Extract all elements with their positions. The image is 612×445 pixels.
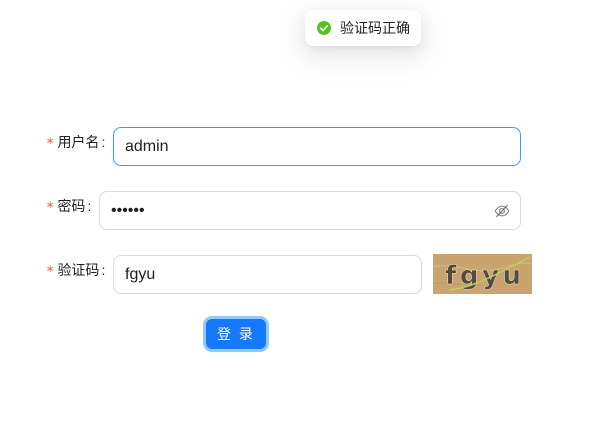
login-button[interactable]: 登 录 bbox=[206, 319, 266, 349]
label-colon: : bbox=[101, 134, 106, 150]
captcha-input[interactable] bbox=[114, 256, 421, 293]
captcha-field[interactable] bbox=[113, 255, 422, 294]
label-colon: : bbox=[87, 198, 92, 214]
captcha-image[interactable]: fgyu bbox=[433, 254, 532, 294]
password-label-text: 密码 bbox=[57, 198, 86, 214]
username-field[interactable] bbox=[113, 127, 521, 166]
required-mark: * bbox=[46, 200, 55, 216]
success-toast: 验证码正确 bbox=[305, 10, 421, 46]
password-input[interactable] bbox=[100, 192, 520, 229]
required-mark: * bbox=[46, 264, 55, 280]
required-mark: * bbox=[46, 136, 55, 152]
username-label-text: 用户名 bbox=[57, 134, 100, 150]
captcha-label-text: 验证码 bbox=[57, 262, 100, 278]
username-label: * 用户名 : bbox=[46, 132, 105, 152]
eye-invisible-icon[interactable] bbox=[494, 203, 510, 219]
toast-message: 验证码正确 bbox=[340, 20, 410, 36]
password-field[interactable] bbox=[99, 191, 521, 230]
check-circle-icon bbox=[316, 20, 332, 36]
username-input[interactable] bbox=[114, 128, 520, 165]
label-colon: : bbox=[101, 262, 106, 278]
captcha-label: * 验证码 : bbox=[46, 260, 105, 280]
password-label: * 密码 : bbox=[46, 196, 91, 216]
